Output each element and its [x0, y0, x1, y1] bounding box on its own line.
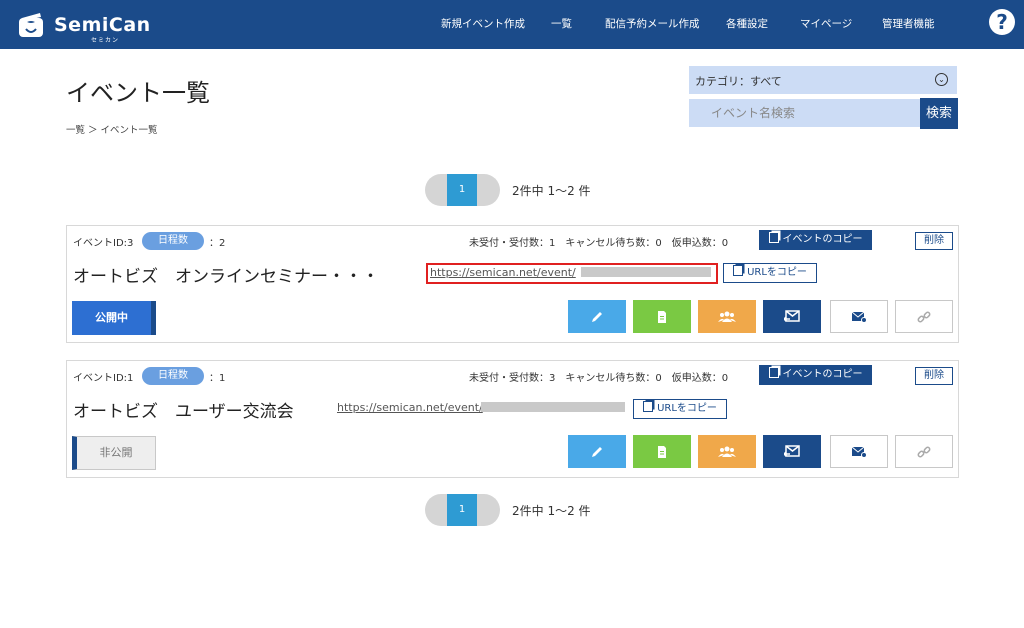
dates-count-value: ：2 [209, 238, 226, 249]
users-icon [718, 311, 736, 322]
mail-send-icon [851, 446, 867, 458]
nav-admin[interactable]: 管理者機能 [882, 0, 935, 49]
result-count: 2件中 1〜2 件 [512, 184, 591, 198]
nav-scheduled-mail[interactable]: 配信予約メール作成 [605, 0, 700, 49]
event-name-search-input[interactable] [689, 99, 920, 127]
edit-button[interactable] [568, 300, 626, 333]
event-url-link[interactable]: https://semican.net/event/ [337, 401, 483, 414]
dates-count-value: ：1 [209, 373, 226, 384]
page-button-current[interactable]: 1 [447, 494, 477, 526]
participants-button[interactable] [698, 300, 756, 333]
url-redacted-segment [481, 402, 625, 412]
event-url-link[interactable]: https://semican.net/event/ [430, 266, 576, 279]
url-redacted-segment [581, 267, 711, 277]
nav-mypage[interactable]: マイページ [800, 0, 852, 49]
event-name: オートビズ オンラインセミナー・・・ [73, 267, 379, 287]
users-icon [718, 446, 736, 457]
event-stats: 未受付・受付数：3 キャンセル待ち数：0 仮申込数：0 [469, 373, 729, 384]
event-name: オートビズ ユーザー交流会 [73, 402, 294, 422]
copy-url-label: URLをコピー [747, 267, 807, 278]
dates-count-badge: 日程数 [142, 232, 204, 250]
page-title: イベント一覧 [66, 79, 210, 107]
event-id: イベントID:3 [73, 238, 134, 249]
mail-send-icon [851, 311, 867, 323]
edit-icon [592, 311, 602, 322]
pagination-bottom: 1 [425, 494, 500, 526]
copy-icon [643, 401, 654, 412]
help-icon[interactable]: ? [989, 9, 1015, 35]
status-toggle-unpublished[interactable]: 非公開 [72, 436, 156, 470]
logo-text: SemiCan [54, 14, 151, 36]
dates-count-badge: 日程数 [142, 367, 204, 385]
reply-mail-button[interactable] [763, 435, 821, 468]
event-id: イベントID:1 [73, 373, 134, 384]
event-card: イベントID:1 日程数 ：1 未受付・受付数：3 キャンセル待ち数：0 仮申込… [66, 360, 959, 478]
status-toggle-published[interactable]: 公開中 [72, 301, 156, 335]
document-icon [658, 310, 666, 323]
reply-mail-icon [784, 445, 800, 457]
chevron-down-icon: ⌄ [935, 73, 948, 86]
nav-list[interactable]: 一覧 [551, 0, 572, 49]
category-select[interactable]: カテゴリ：すべて ⌄ [689, 66, 957, 94]
page-button-current[interactable]: 1 [447, 174, 477, 206]
participants-button[interactable] [698, 435, 756, 468]
edit-button[interactable] [568, 435, 626, 468]
link-icon [917, 446, 931, 457]
link-icon [917, 311, 931, 322]
edit-icon [592, 446, 602, 457]
send-mail-button[interactable] [830, 435, 888, 468]
breadcrumb[interactable]: 一覧 ＞ イベント一覧 [66, 122, 158, 136]
logo-subtext: セミカン [91, 37, 120, 44]
result-count: 2件中 1〜2 件 [512, 504, 591, 518]
event-stats: 未受付・受付数：1 キャンセル待ち数：0 仮申込数：0 [469, 238, 729, 249]
document-button[interactable] [633, 300, 691, 333]
category-select-label: カテゴリ：すべて [695, 75, 782, 88]
copy-icon [768, 367, 779, 378]
reply-mail-button[interactable] [763, 300, 821, 333]
link-button[interactable] [895, 435, 953, 468]
delete-button[interactable]: 削除 [915, 232, 953, 250]
document-icon [658, 445, 666, 458]
copy-event-label: イベントのコピー [782, 234, 863, 245]
event-card: イベントID:3 日程数 ：2 未受付・受付数：1 キャンセル待ち数：0 仮申込… [66, 225, 959, 343]
pagination-top: 1 [425, 174, 500, 206]
copy-url-label: URLをコピー [657, 403, 717, 414]
copy-icon [768, 232, 779, 243]
top-header: SemiCan セミカン 新規イベント作成 一覧 配信予約メール作成 各種設定 … [0, 0, 1024, 49]
document-button[interactable] [633, 435, 691, 468]
reply-mail-icon [784, 310, 800, 322]
send-mail-button[interactable] [830, 300, 888, 333]
copy-event-label: イベントのコピー [782, 369, 863, 380]
copy-url-button[interactable]: URLをコピー [633, 399, 727, 419]
copy-icon [733, 265, 744, 276]
search-button[interactable]: 検索 [920, 98, 958, 129]
logo-mark-icon [16, 11, 46, 39]
nav-settings[interactable]: 各種設定 [726, 0, 768, 49]
copy-event-button[interactable]: イベントのコピー [759, 230, 872, 250]
copy-url-button[interactable]: URLをコピー [723, 263, 817, 283]
nav-new-event[interactable]: 新規イベント作成 [441, 0, 525, 49]
link-button[interactable] [895, 300, 953, 333]
copy-event-button[interactable]: イベントのコピー [759, 365, 872, 385]
logo[interactable]: SemiCan セミカン [16, 8, 151, 44]
delete-button[interactable]: 削除 [915, 367, 953, 385]
